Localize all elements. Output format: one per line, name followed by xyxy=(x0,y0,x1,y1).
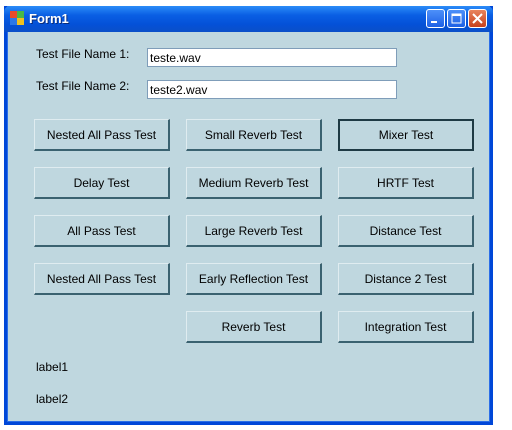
app-icon xyxy=(10,11,24,25)
reverb-test-button[interactable]: Reverb Test xyxy=(186,311,322,343)
minimize-button[interactable] xyxy=(426,9,445,28)
integration-test-button[interactable]: Integration Test xyxy=(338,311,474,343)
hrtf-test-button[interactable]: HRTF Test xyxy=(338,167,474,199)
distance-2-test-button[interactable]: Distance 2 Test xyxy=(338,263,474,295)
file-name-1-input[interactable]: teste.wav xyxy=(147,48,397,67)
title-bar[interactable]: Form1 xyxy=(4,6,493,32)
medium-reverb-test-button[interactable]: Medium Reverb Test xyxy=(186,167,322,199)
minimize-icon xyxy=(431,21,437,23)
file-name-1-label: Test File Name 1: xyxy=(36,47,130,61)
nested-all-pass-test-button[interactable]: Nested All Pass Test xyxy=(34,119,170,151)
close-button[interactable] xyxy=(468,9,487,28)
large-reverb-test-button[interactable]: Large Reverb Test xyxy=(186,215,322,247)
small-reverb-test-button[interactable]: Small Reverb Test xyxy=(186,119,322,151)
maximize-button[interactable] xyxy=(447,9,466,28)
label1: label1 xyxy=(36,360,69,374)
file-name-2-input[interactable]: teste2.wav xyxy=(147,80,397,99)
file-name-2-label: Test File Name 2: xyxy=(36,79,130,93)
mixer-test-button[interactable]: Mixer Test xyxy=(338,119,474,151)
nested-all-pass-test-button-2[interactable]: Nested All Pass Test xyxy=(34,263,170,295)
distance-test-button[interactable]: Distance Test xyxy=(338,215,474,247)
close-icon xyxy=(472,13,483,24)
all-pass-test-button[interactable]: All Pass Test xyxy=(34,215,170,247)
delay-test-button[interactable]: Delay Test xyxy=(34,167,170,199)
label2: label2 xyxy=(36,392,69,406)
window-title: Form1 xyxy=(29,11,69,26)
early-reflection-test-button[interactable]: Early Reflection Test xyxy=(186,263,322,295)
form1-window: Form1 Test File Name 1: teste.wav Test F… xyxy=(4,6,493,425)
maximize-icon xyxy=(451,13,462,24)
